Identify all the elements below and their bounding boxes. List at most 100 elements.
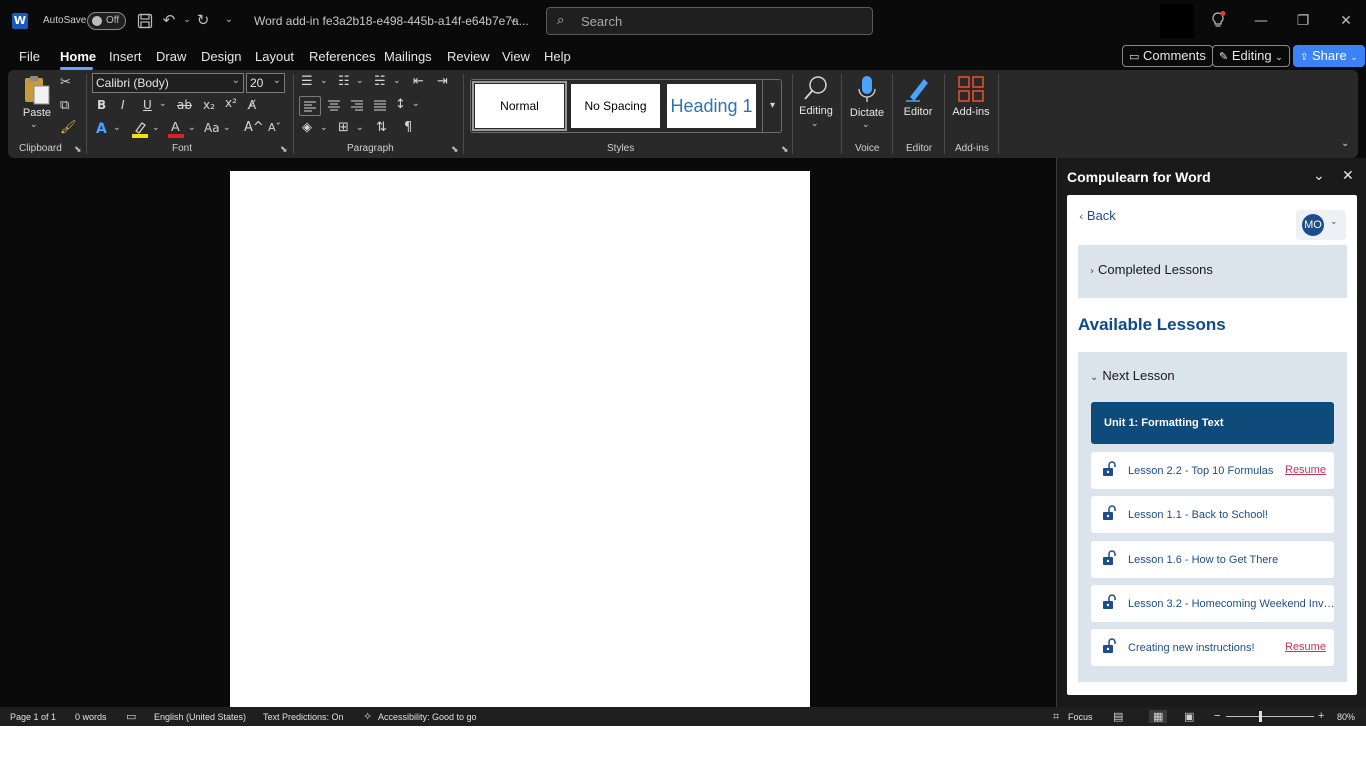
numbering-icon[interactable]: ☷ bbox=[338, 74, 350, 89]
account-area[interactable] bbox=[1160, 4, 1194, 38]
underline-dropdown-icon[interactable]: ⌄ bbox=[159, 99, 167, 109]
user-menu[interactable]: MO ⌄ bbox=[1296, 210, 1346, 240]
show-marks-icon[interactable]: ¶ bbox=[404, 120, 412, 135]
numbering-dropdown-icon[interactable]: ⌄ bbox=[356, 76, 364, 86]
zoom-level[interactable]: 80% bbox=[1337, 712, 1355, 722]
tab-home[interactable]: Home bbox=[60, 49, 96, 64]
bullets-dropdown-icon[interactable]: ⌄ bbox=[320, 76, 328, 86]
line-spacing-dropdown-icon[interactable]: ⌄ bbox=[412, 99, 420, 109]
addins-grid-icon[interactable] bbox=[958, 76, 984, 102]
format-painter-icon[interactable]: 🖌 bbox=[60, 120, 77, 135]
clipboard-launcher-icon[interactable]: ⬊ bbox=[74, 144, 82, 155]
word-count[interactable]: 0 words bbox=[75, 712, 107, 722]
align-left-icon[interactable] bbox=[299, 96, 321, 116]
lightbulb-icon[interactable] bbox=[1210, 11, 1228, 31]
line-spacing-icon[interactable]: ↕ bbox=[395, 97, 406, 112]
tab-layout[interactable]: Layout bbox=[255, 49, 294, 64]
autosave-toggle[interactable]: Off bbox=[87, 12, 126, 30]
tab-draw[interactable]: Draw bbox=[156, 49, 186, 64]
clear-formatting-icon[interactable]: A̸ bbox=[248, 98, 256, 112]
print-layout-icon[interactable]: ▦ bbox=[1149, 710, 1168, 723]
font-name-select[interactable]: Calibri (Body) ⌄ bbox=[92, 73, 244, 93]
editing-mode-button[interactable]: ✎ Editing ⌄ bbox=[1212, 45, 1290, 67]
back-link[interactable]: ‹ Back bbox=[1079, 208, 1116, 223]
font-color-dropdown-icon[interactable]: ⌄ bbox=[188, 123, 196, 133]
shading-dropdown-icon[interactable]: ⌄ bbox=[320, 123, 328, 133]
microphone-icon[interactable] bbox=[857, 75, 877, 105]
editor-label[interactable]: Editor bbox=[899, 106, 937, 118]
tab-file[interactable]: File bbox=[19, 49, 40, 64]
decrease-indent-icon[interactable]: ⇤ bbox=[413, 74, 424, 89]
bold-icon[interactable]: B bbox=[97, 98, 106, 112]
paste-icon[interactable] bbox=[22, 74, 52, 106]
zoom-in-icon[interactable]: + bbox=[1318, 710, 1324, 722]
align-right-icon[interactable] bbox=[347, 97, 367, 115]
grow-font-icon[interactable]: A^ bbox=[244, 120, 264, 135]
shrink-font-icon[interactable]: Aˇ bbox=[268, 121, 281, 134]
collapse-ribbon-icon[interactable]: ⌄ bbox=[1341, 138, 1349, 149]
subscript-icon[interactable]: x₂ bbox=[203, 98, 215, 112]
tab-review[interactable]: Review bbox=[447, 49, 490, 64]
tab-view[interactable]: View bbox=[502, 49, 530, 64]
increase-indent-icon[interactable]: ⇥ bbox=[437, 74, 448, 89]
document-title[interactable]: Word add-in fe3a2b18-e498-445b-a14f-e64b… bbox=[254, 14, 529, 28]
font-launcher-icon[interactable]: ⬊ bbox=[280, 144, 288, 155]
search-box[interactable]: ⌕ bbox=[546, 7, 873, 35]
lesson-card[interactable]: Lesson 1.6 - How to Get There bbox=[1091, 541, 1334, 578]
strikethrough-icon[interactable]: ab bbox=[177, 98, 192, 112]
customize-toolbar-icon[interactable]: ⌄ bbox=[220, 14, 238, 34]
resume-link[interactable]: Resume bbox=[1285, 464, 1326, 476]
font-size-select[interactable]: 20 ⌄ bbox=[246, 73, 285, 93]
styles-launcher-icon[interactable]: ⬊ bbox=[781, 144, 789, 155]
style-no-spacing[interactable]: No Spacing bbox=[571, 84, 660, 128]
web-layout-icon[interactable]: ▣ bbox=[1184, 710, 1194, 723]
page-count[interactable]: Page 1 of 1 bbox=[10, 712, 56, 722]
multilevel-list-icon[interactable]: ☵ bbox=[374, 74, 386, 89]
shading-icon[interactable]: ◈ bbox=[302, 120, 312, 135]
lesson-card[interactable]: Lesson 3.2 - Homecoming Weekend Invit... bbox=[1091, 585, 1336, 622]
close-icon[interactable]: ✕ bbox=[1335, 10, 1357, 32]
change-case-icon[interactable]: Aa bbox=[204, 121, 220, 135]
read-mode-icon[interactable]: ▤ bbox=[1113, 710, 1123, 723]
lesson-card[interactable]: Lesson 2.2 - Top 10 Formulas Resume bbox=[1091, 452, 1334, 489]
document-page[interactable] bbox=[230, 171, 810, 707]
change-case-dropdown-icon[interactable]: ⌄ bbox=[223, 123, 231, 133]
tab-help[interactable]: Help bbox=[544, 49, 571, 64]
bullets-icon[interactable]: ☰ bbox=[301, 74, 313, 89]
title-dropdown-icon[interactable]: ⌄ bbox=[504, 14, 522, 34]
multilevel-dropdown-icon[interactable]: ⌄ bbox=[393, 76, 401, 86]
copy-icon[interactable]: ⧉ bbox=[60, 98, 69, 113]
resume-link[interactable]: Resume bbox=[1285, 641, 1326, 653]
completed-lessons-accordion[interactable]: › Completed Lessons bbox=[1078, 245, 1347, 298]
editing-dropdown-icon[interactable]: ⌄ bbox=[811, 119, 819, 129]
proofing-icon[interactable]: ▭ bbox=[126, 710, 136, 723]
paragraph-launcher-icon[interactable]: ⬊ bbox=[451, 144, 459, 155]
dictate-label[interactable]: Dictate bbox=[846, 107, 888, 119]
minimize-icon[interactable]: — bbox=[1250, 10, 1272, 32]
close-icon[interactable]: ✕ bbox=[1342, 168, 1354, 184]
styles-more-icon[interactable]: ▾ bbox=[762, 80, 782, 132]
share-button[interactable]: ⇪ Share ⌄ bbox=[1293, 45, 1365, 67]
borders-dropdown-icon[interactable]: ⌄ bbox=[356, 123, 364, 133]
text-predictions-status[interactable]: Text Predictions: On bbox=[263, 712, 344, 722]
zoom-slider[interactable] bbox=[1226, 716, 1314, 717]
font-color-icon[interactable]: A bbox=[168, 119, 184, 138]
zoom-slider-thumb[interactable] bbox=[1259, 711, 1262, 722]
sort-icon[interactable]: ⇅ bbox=[376, 120, 387, 135]
tab-references[interactable]: References bbox=[309, 49, 375, 64]
paste-dropdown-icon[interactable]: ⌄ bbox=[30, 120, 38, 130]
borders-icon[interactable]: ⊞ bbox=[338, 120, 349, 135]
redo-icon[interactable]: ↻ bbox=[194, 11, 212, 31]
find-icon[interactable] bbox=[802, 74, 830, 102]
style-heading-1[interactable]: Heading 1 bbox=[667, 84, 756, 128]
save-icon[interactable] bbox=[136, 11, 154, 31]
undo-icon[interactable]: ↶ bbox=[160, 11, 178, 31]
tab-insert[interactable]: Insert bbox=[109, 49, 142, 64]
zoom-out-icon[interactable]: − bbox=[1214, 710, 1220, 722]
chevron-down-icon[interactable]: ⌄ bbox=[1313, 168, 1325, 184]
accessibility-status[interactable]: Accessibility: Good to go bbox=[378, 712, 477, 722]
cut-icon[interactable]: ✂ bbox=[60, 75, 71, 90]
highlight-icon[interactable] bbox=[132, 120, 148, 138]
text-effects-icon[interactable]: A bbox=[96, 121, 107, 137]
align-center-icon[interactable] bbox=[324, 97, 344, 115]
